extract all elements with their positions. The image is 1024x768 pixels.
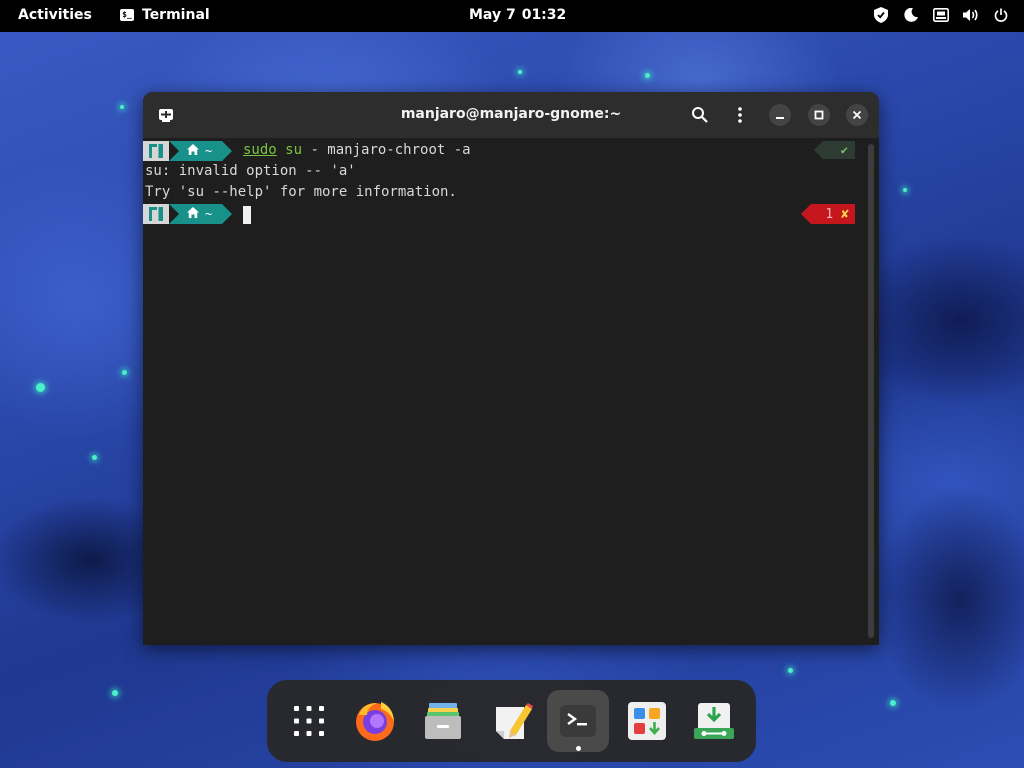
- shell-prompt: ~: [143, 204, 233, 224]
- command-sudo: sudo: [243, 142, 277, 158]
- wallpaper-spark: [903, 188, 907, 192]
- show-apps-button[interactable]: [278, 690, 340, 752]
- software-icon: [628, 702, 666, 740]
- power-icon[interactable]: [992, 6, 1010, 24]
- wallpaper-spark: [92, 455, 97, 460]
- terminal-window[interactable]: manjaro@manjaro-gnome:~ ~ sudo su - manj…: [143, 92, 879, 645]
- close-icon: [852, 110, 862, 120]
- terminal-scrollbar[interactable]: [868, 144, 874, 638]
- files-icon: [425, 703, 461, 739]
- clock-date: May 7: [469, 7, 516, 23]
- text-editor-launcher[interactable]: [481, 690, 543, 752]
- terminal-launcher[interactable]: [547, 690, 609, 752]
- close-button[interactable]: [846, 104, 868, 126]
- error-cross-icon: ✘: [841, 206, 849, 222]
- terminal-icon: [560, 705, 596, 737]
- firefox-icon: [356, 702, 394, 741]
- status-ok-badge: ✔: [814, 141, 855, 159]
- home-icon: [187, 207, 199, 221]
- app-menu-label: Terminal: [142, 7, 210, 23]
- success-check-icon: ✔: [840, 143, 848, 157]
- search-button[interactable]: [691, 106, 709, 124]
- wallpaper-spark: [112, 690, 118, 696]
- exit-code: 1: [825, 206, 834, 222]
- wallpaper-spark: [36, 383, 45, 392]
- manjaro-logo-icon: [143, 204, 179, 224]
- night-light-icon[interactable]: [902, 6, 920, 24]
- prompt-directory: ~: [205, 144, 213, 158]
- running-indicator: [576, 746, 581, 751]
- manjaro-logo-icon: [143, 141, 179, 161]
- top-bar: Activities $_ Terminal May 7 01:32: [0, 0, 1024, 32]
- maximize-icon: [814, 110, 824, 120]
- kebab-menu-icon: [738, 107, 742, 123]
- wallpaper-spark: [518, 70, 522, 74]
- output-line: Try 'su --help' for more information.: [145, 184, 457, 200]
- wallpaper-spark: [122, 370, 127, 375]
- maximize-button[interactable]: [808, 104, 830, 126]
- command-line: sudo su - manjaro-chroot -a: [243, 140, 471, 161]
- app-grid-icon: [294, 706, 324, 736]
- minimize-button[interactable]: [769, 104, 791, 126]
- command-su: su: [285, 142, 303, 158]
- wallpaper-spark: [788, 668, 793, 673]
- activities-button[interactable]: Activities: [18, 7, 92, 23]
- software-launcher[interactable]: [616, 690, 678, 752]
- prompt-directory-segment: ~: [169, 141, 233, 161]
- terminal-output-area[interactable]: ~ sudo su - manjaro-chroot -a ✔ su: inva…: [143, 138, 879, 645]
- prompt-directory-segment: ~: [169, 204, 233, 224]
- system-tray[interactable]: [872, 6, 1010, 24]
- installer-icon: [694, 703, 734, 739]
- installer-launcher[interactable]: [683, 690, 745, 752]
- app-menu-button[interactable]: $_ Terminal: [120, 7, 210, 23]
- status-error-badge: 1 ✘: [801, 204, 855, 224]
- text-editor-icon: [496, 703, 533, 739]
- terminal-app-icon: $_: [120, 9, 134, 21]
- command-args: - manjaro-chroot -a: [302, 142, 471, 158]
- wallpaper-spark: [645, 73, 650, 78]
- vpn-shield-icon[interactable]: [872, 6, 890, 24]
- volume-icon[interactable]: [962, 6, 980, 24]
- files-launcher[interactable]: [412, 690, 474, 752]
- shell-prompt: ~: [143, 141, 233, 161]
- wallpaper-spark: [120, 105, 124, 109]
- minimize-icon: [776, 117, 784, 119]
- text-cursor: [243, 206, 251, 224]
- main-menu-button[interactable]: [731, 106, 749, 124]
- wallpaper-spark: [890, 700, 896, 706]
- output-line: su: invalid option -- 'a': [145, 163, 356, 179]
- home-icon: [187, 144, 199, 158]
- dock: [267, 680, 756, 762]
- firefox-launcher[interactable]: [344, 690, 406, 752]
- network-wired-icon[interactable]: [932, 6, 950, 24]
- clock-time: 01:32: [521, 7, 567, 23]
- prompt-directory: ~: [205, 207, 213, 221]
- clock-button[interactable]: May 7 01:32: [469, 7, 572, 23]
- search-icon: [692, 107, 708, 123]
- window-header-bar[interactable]: manjaro@manjaro-gnome:~: [143, 92, 879, 138]
